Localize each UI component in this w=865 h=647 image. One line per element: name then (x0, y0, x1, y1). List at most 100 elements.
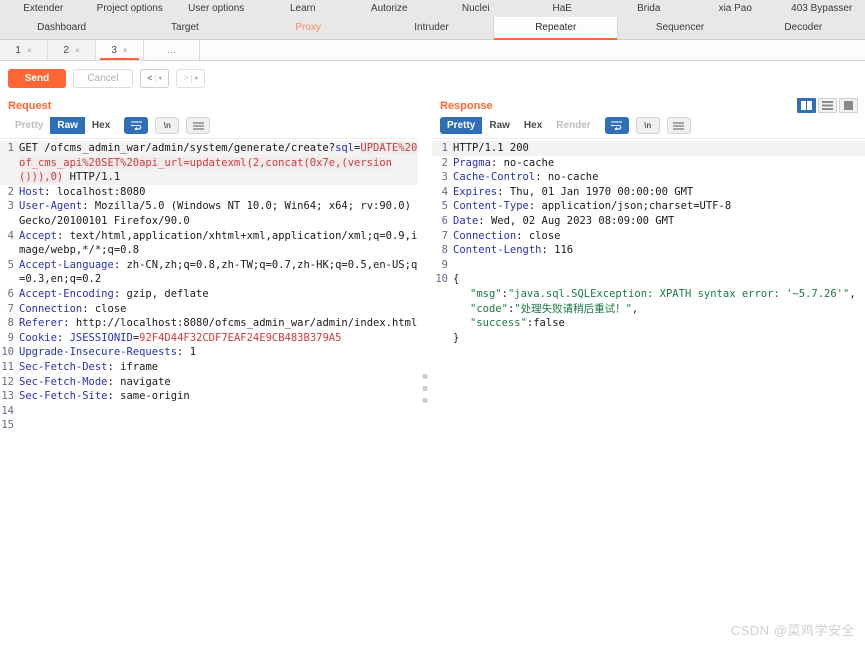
code-line: 2 Host: localhost:8080 (0, 185, 418, 200)
code-token: "java.sql.SQLException: XPATH syntax err… (507, 287, 850, 300)
code-line: } (432, 331, 865, 346)
code-token: } (453, 331, 460, 344)
stacked-view-icon[interactable] (818, 98, 837, 113)
menu-item-brida[interactable]: Brida (606, 0, 693, 17)
response-editor[interactable]: 1 HTTP/1.1 200 2 Pragma: no-cache 3 Cache-Con… (432, 138, 865, 647)
code-line: "code":"处理失败请稍后重试！", (432, 302, 865, 317)
tab-intruder[interactable]: Intruder (370, 17, 493, 39)
close-icon[interactable]: × (27, 46, 32, 55)
line-number: 9 (7, 331, 14, 344)
code-token: : 1 (177, 346, 197, 359)
word-wrap-icon[interactable] (604, 117, 629, 134)
history-forward-button[interactable]: > | ▾ (176, 68, 205, 88)
response-format-render[interactable]: Render (549, 117, 598, 134)
menu-item-nuclei[interactable]: Nuclei (433, 0, 520, 17)
response-format-group: Pretty Raw Hex Render (440, 117, 598, 134)
line-text: Host: localhost:8080 (18, 185, 418, 200)
menu-item-extender[interactable]: Extender (0, 0, 87, 17)
close-icon[interactable]: × (75, 46, 80, 55)
code-token: { (453, 273, 460, 286)
menubar: Extender Project options User options Learn… (0, 0, 865, 40)
request-response-split: Request Pretty Raw Hex \n 1 GET /ofcms_a… (0, 94, 865, 647)
code-token: : same-origin (107, 390, 190, 403)
tab-dashboard[interactable]: Dashboard (0, 17, 123, 39)
code-line: 12 Sec-Fetch-Mode: navigate (0, 375, 418, 390)
repeater-tab-3[interactable]: 3 × (96, 40, 144, 60)
code-token: :false (526, 317, 565, 330)
menu-icon[interactable] (666, 117, 691, 134)
menu-item-user-options[interactable]: User options (173, 0, 260, 17)
newline-icon[interactable]: \n (155, 117, 180, 134)
code-token: Sec-Fetch-Mode (19, 375, 108, 388)
chevron-down-icon: ▾ (194, 75, 198, 82)
history-back-button[interactable]: < | ▾ (140, 68, 169, 88)
code-token: "处理失败请稍后重试！" (514, 302, 632, 315)
response-format-raw[interactable]: Raw (482, 117, 517, 134)
forward-arrow-icon: > (183, 73, 189, 83)
code-token: Referer (19, 317, 64, 330)
repeater-tab-2[interactable]: 2 × (48, 40, 96, 60)
single-view-icon[interactable] (839, 98, 858, 113)
line-text: "success":false (452, 316, 865, 331)
line-number: 15 (1, 419, 14, 432)
menu-icon[interactable] (186, 117, 211, 134)
line-text: HTTP/1.1 200 (452, 141, 865, 156)
code-line: 9 Cookie: JSESSIONID=92F4D44F32CDF7EAF24E… (0, 331, 418, 346)
send-button[interactable]: Send (8, 68, 66, 88)
line-text: Accept-Encoding: gzip, deflate (18, 287, 418, 302)
tab-sequencer[interactable]: Sequencer (618, 17, 741, 39)
line-number: 4 (7, 229, 14, 242)
word-wrap-icon[interactable] (124, 117, 149, 134)
line-text: Accept: text/html,application/xhtml+xml,… (18, 229, 418, 258)
line-number: 4 (441, 185, 448, 198)
request-format-raw[interactable]: Raw (50, 117, 85, 134)
line-number: 9 (441, 258, 448, 271)
menu-item-403-bypasser[interactable]: 403 Bypasser (779, 0, 865, 17)
code-token: : application/json;charset=UTF-8 (528, 200, 732, 213)
code-token: Cache-Control (453, 171, 536, 184)
request-editor[interactable]: 1 GET /ofcms_admin_war/admin/system/gener… (0, 138, 418, 647)
menu-item-learn[interactable]: Learn (260, 0, 347, 17)
code-token: Connection (453, 229, 517, 242)
code-token: : close (82, 302, 127, 315)
code-line: 5 Accept-Language: zh-CN,zh;q=0.8,zh-TW;q… (0, 258, 418, 287)
request-format-hex[interactable]: Hex (84, 117, 118, 134)
code-token: : Wed, 02 Aug 2023 08:09:00 GMT (478, 214, 675, 227)
split-view-icon[interactable] (797, 98, 816, 113)
response-format-hex[interactable]: Hex (516, 117, 550, 134)
tab-target[interactable]: Target (123, 17, 246, 39)
line-number: 7 (7, 302, 14, 315)
menu-item-xia-pao[interactable]: xia Pao (692, 0, 779, 17)
request-format-pretty[interactable]: Pretty (8, 117, 51, 134)
line-number: 8 (7, 317, 14, 330)
cancel-button[interactable]: Cancel (73, 68, 133, 88)
tab-proxy[interactable]: Proxy (247, 17, 370, 39)
line-number: 5 (7, 258, 14, 271)
close-icon[interactable]: × (123, 46, 128, 55)
splitter-grip-dots (422, 374, 428, 403)
line-number: 12 (1, 375, 14, 388)
menu-item-hae[interactable]: HaE (519, 0, 606, 17)
response-format-pretty[interactable]: Pretty (440, 117, 483, 134)
request-panel: Request Pretty Raw Hex \n 1 GET /ofcms_a… (0, 94, 418, 647)
code-token: Cookie (19, 331, 57, 344)
panel-splitter-handle[interactable] (418, 94, 432, 647)
newline-icon[interactable]: \n (635, 117, 660, 134)
line-text: Upgrade-Insecure-Requests: 1 (18, 345, 418, 360)
line-number (432, 287, 452, 302)
tab-repeater[interactable]: Repeater (493, 17, 619, 40)
code-token: Host (19, 185, 45, 198)
line-number: 3 (7, 200, 14, 213)
line-text: Date: Wed, 02 Aug 2023 08:09:00 GMT (452, 214, 865, 229)
line-text: "code":"处理失败请稍后重试！", (452, 302, 865, 317)
line-number: 7 (441, 229, 448, 242)
line-number: 6 (441, 214, 448, 227)
repeater-tab-more[interactable]: … (144, 40, 200, 60)
menu-item-autorize[interactable]: Autorize (346, 0, 433, 17)
menu-item-project-options[interactable]: Project options (87, 0, 174, 17)
repeater-tab-1[interactable]: 1 × (0, 40, 48, 60)
line-number: 13 (1, 390, 14, 403)
code-token: "msg" (470, 287, 502, 300)
tab-decoder[interactable]: Decoder (742, 17, 865, 39)
code-token: : text/html,application/xhtml+xml,applic… (19, 229, 418, 257)
